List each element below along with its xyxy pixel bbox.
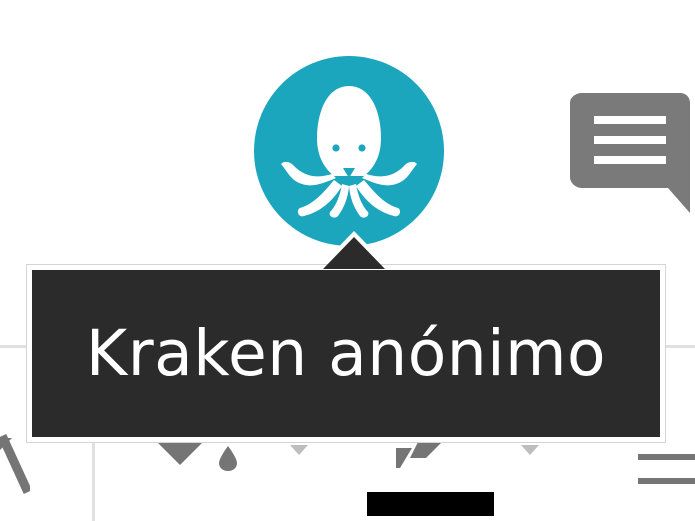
dropdown-arrow-icon[interactable] (288, 442, 310, 458)
tooltip-arrow (323, 237, 385, 269)
dropdown-arrow-icon[interactable] (519, 442, 541, 458)
avatar-tooltip: Kraken anónimo (26, 264, 666, 443)
pencil-icon[interactable] (396, 440, 444, 470)
tooltip-text: Kraken anónimo (85, 317, 607, 390)
user-avatar[interactable] (254, 56, 444, 246)
comment-icon (570, 93, 690, 213)
comment-button[interactable] (570, 93, 692, 213)
redacted-bar (367, 492, 494, 516)
back-arrow-icon[interactable] (0, 410, 32, 500)
fill-icon[interactable] (155, 440, 240, 475)
menu-lines-icon[interactable] (636, 448, 695, 488)
kraken-icon (281, 86, 417, 218)
